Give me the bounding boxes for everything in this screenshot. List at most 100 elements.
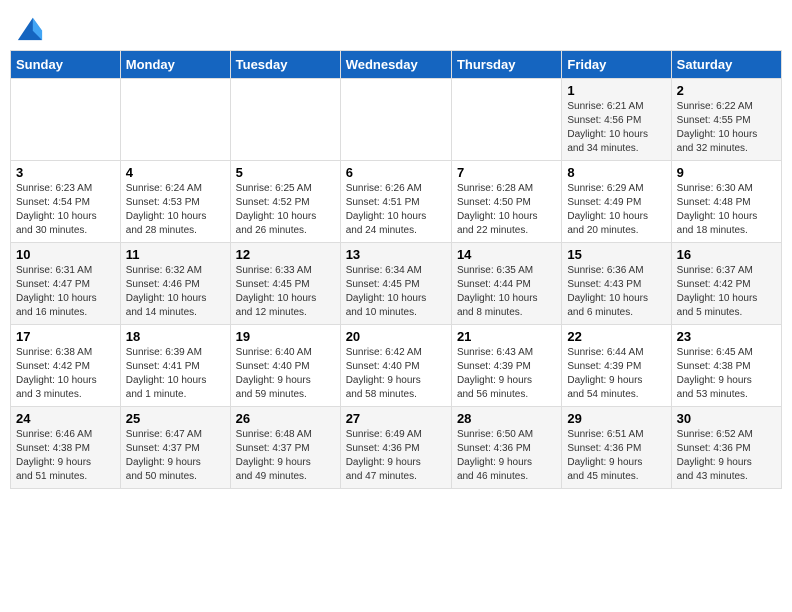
day-number: 1	[567, 83, 665, 98]
calendar-cell: 24Sunrise: 6:46 AM Sunset: 4:38 PM Dayli…	[11, 407, 121, 489]
day-info: Sunrise: 6:33 AM Sunset: 4:45 PM Dayligh…	[236, 264, 335, 320]
day-info: Sunrise: 6:48 AM Sunset: 4:37 PM Dayligh…	[236, 428, 335, 484]
calendar-cell	[120, 79, 230, 161]
calendar-cell	[230, 79, 340, 161]
calendar-cell	[11, 79, 121, 161]
calendar-cell: 10 Sunrise: 6:31 AM Sunset: 4:47 PM Dayli…	[11, 243, 121, 325]
day-info: Sunrise: 6:38 AM Sunset: 4:42 PM Dayligh…	[16, 346, 115, 402]
day-info: Sunrise: 6:36 AM Sunset: 4:43 PM Dayligh…	[567, 264, 665, 320]
calendar-body: 1 Sunrise: 6:21 AM Sunset: 4:56 PM Daylig…	[11, 79, 782, 489]
week-row-2: 10 Sunrise: 6:31 AM Sunset: 4:47 PM Dayli…	[11, 243, 782, 325]
day-number: 18	[126, 329, 225, 344]
day-number: 22	[567, 329, 665, 344]
day-info: Sunrise: 6:25 AM Sunset: 4:52 PM Dayligh…	[236, 182, 335, 238]
calendar-cell: 22 Sunrise: 6:44 AM Sunset: 4:39 PM Dayli…	[562, 325, 671, 407]
calendar-cell: 17 Sunrise: 6:38 AM Sunset: 4:42 PM Dayli…	[11, 325, 121, 407]
header-row: SundayMondayTuesdayWednesdayThursdayFrid…	[11, 51, 782, 79]
day-number: 11	[126, 247, 225, 262]
calendar-cell: 28 Sunrise: 6:50 AM Sunset: 4:36 PM Dayli…	[451, 407, 561, 489]
header-day-friday: Friday	[562, 51, 671, 79]
logo	[14, 14, 44, 42]
calendar-cell: 1 Sunrise: 6:21 AM Sunset: 4:56 PM Daylig…	[562, 79, 671, 161]
week-row-3: 17 Sunrise: 6:38 AM Sunset: 4:42 PM Dayli…	[11, 325, 782, 407]
header-day-tuesday: Tuesday	[230, 51, 340, 79]
day-info: Sunrise: 6:29 AM Sunset: 4:49 PM Dayligh…	[567, 182, 665, 238]
day-info: Sunrise: 6:28 AM Sunset: 4:50 PM Dayligh…	[457, 182, 556, 238]
day-info: Sunrise: 6:51 AM Sunset: 4:36 PM Dayligh…	[567, 428, 665, 484]
calendar-cell: 7 Sunrise: 6:28 AM Sunset: 4:50 PM Daylig…	[451, 161, 561, 243]
day-number: 23	[677, 329, 776, 344]
day-number: 14	[457, 247, 556, 262]
day-number: 5	[236, 165, 335, 180]
day-number: 15	[567, 247, 665, 262]
calendar-cell: 25 Sunrise: 6:47 AM Sunset: 4:37 PM Dayli…	[120, 407, 230, 489]
day-number: 19	[236, 329, 335, 344]
calendar-cell: 11 Sunrise: 6:32 AM Sunset: 4:46 PM Dayli…	[120, 243, 230, 325]
day-info: Sunrise: 6:43 AM Sunset: 4:39 PM Dayligh…	[457, 346, 556, 402]
calendar-cell: 2 Sunrise: 6:22 AM Sunset: 4:55 PM Daylig…	[671, 79, 781, 161]
calendar-cell: 19 Sunrise: 6:40 AM Sunset: 4:40 PM Dayli…	[230, 325, 340, 407]
day-number: 21	[457, 329, 556, 344]
calendar-cell: 13 Sunrise: 6:34 AM Sunset: 4:45 PM Dayli…	[340, 243, 451, 325]
day-info: Sunrise: 6:42 AM Sunset: 4:40 PM Dayligh…	[346, 346, 446, 402]
day-info: Sunrise: 6:37 AM Sunset: 4:42 PM Dayligh…	[677, 264, 776, 320]
calendar-cell: 8 Sunrise: 6:29 AM Sunset: 4:49 PM Daylig…	[562, 161, 671, 243]
day-number: 10	[16, 247, 115, 262]
day-info: Sunrise: 6:52 AM Sunset: 4:36 PM Dayligh…	[677, 428, 776, 484]
day-info: Sunrise: 6:50 AM Sunset: 4:36 PM Dayligh…	[457, 428, 556, 484]
day-number: 30	[677, 411, 776, 426]
day-number: 13	[346, 247, 446, 262]
day-number: 29	[567, 411, 665, 426]
day-number: 25	[126, 411, 225, 426]
day-info: Sunrise: 6:40 AM Sunset: 4:40 PM Dayligh…	[236, 346, 335, 402]
header-day-monday: Monday	[120, 51, 230, 79]
day-number: 6	[346, 165, 446, 180]
header-day-sunday: Sunday	[11, 51, 121, 79]
header-day-thursday: Thursday	[451, 51, 561, 79]
calendar-cell: 12 Sunrise: 6:33 AM Sunset: 4:45 PM Dayli…	[230, 243, 340, 325]
day-info: Sunrise: 6:39 AM Sunset: 4:41 PM Dayligh…	[126, 346, 225, 402]
calendar-cell: 23 Sunrise: 6:45 AM Sunset: 4:38 PM Dayli…	[671, 325, 781, 407]
day-info: Sunrise: 6:49 AM Sunset: 4:36 PM Dayligh…	[346, 428, 446, 484]
day-info: Sunrise: 6:26 AM Sunset: 4:51 PM Dayligh…	[346, 182, 446, 238]
calendar-cell: 21 Sunrise: 6:43 AM Sunset: 4:39 PM Dayli…	[451, 325, 561, 407]
header-day-saturday: Saturday	[671, 51, 781, 79]
day-number: 3	[16, 165, 115, 180]
day-number: 26	[236, 411, 335, 426]
logo-icon	[16, 14, 44, 42]
day-number: 12	[236, 247, 335, 262]
day-number: 17	[16, 329, 115, 344]
calendar-cell: 27 Sunrise: 6:49 AM Sunset: 4:36 PM Dayli…	[340, 407, 451, 489]
day-info: Sunrise: 6:31 AM Sunset: 4:47 PM Dayligh…	[16, 264, 115, 320]
calendar-cell	[340, 79, 451, 161]
day-number: 8	[567, 165, 665, 180]
day-info: Sunrise: 6:34 AM Sunset: 4:45 PM Dayligh…	[346, 264, 446, 320]
day-number: 20	[346, 329, 446, 344]
calendar-cell: 15 Sunrise: 6:36 AM Sunset: 4:43 PM Dayli…	[562, 243, 671, 325]
day-info: Sunrise: 6:24 AM Sunset: 4:53 PM Dayligh…	[126, 182, 225, 238]
day-info: Sunrise: 6:32 AM Sunset: 4:46 PM Dayligh…	[126, 264, 225, 320]
day-info: Sunrise: 6:44 AM Sunset: 4:39 PM Dayligh…	[567, 346, 665, 402]
day-info: Sunrise: 6:30 AM Sunset: 4:48 PM Dayligh…	[677, 182, 776, 238]
calendar-cell: 9Sunrise: 6:30 AM Sunset: 4:48 PM Daylig…	[671, 161, 781, 243]
day-number: 27	[346, 411, 446, 426]
day-number: 28	[457, 411, 556, 426]
calendar-cell: 14 Sunrise: 6:35 AM Sunset: 4:44 PM Dayli…	[451, 243, 561, 325]
page-header	[10, 10, 782, 42]
day-info: Sunrise: 6:21 AM Sunset: 4:56 PM Dayligh…	[567, 100, 665, 156]
calendar-cell: 16Sunrise: 6:37 AM Sunset: 4:42 PM Dayli…	[671, 243, 781, 325]
calendar-cell: 26 Sunrise: 6:48 AM Sunset: 4:37 PM Dayli…	[230, 407, 340, 489]
day-number: 24	[16, 411, 115, 426]
day-info: Sunrise: 6:35 AM Sunset: 4:44 PM Dayligh…	[457, 264, 556, 320]
day-number: 2	[677, 83, 776, 98]
week-row-1: 3 Sunrise: 6:23 AM Sunset: 4:54 PM Daylig…	[11, 161, 782, 243]
calendar-table: SundayMondayTuesdayWednesdayThursdayFrid…	[10, 50, 782, 489]
calendar-cell	[451, 79, 561, 161]
day-info: Sunrise: 6:22 AM Sunset: 4:55 PM Dayligh…	[677, 100, 776, 156]
calendar-cell: 3 Sunrise: 6:23 AM Sunset: 4:54 PM Daylig…	[11, 161, 121, 243]
day-info: Sunrise: 6:47 AM Sunset: 4:37 PM Dayligh…	[126, 428, 225, 484]
day-number: 7	[457, 165, 556, 180]
day-info: Sunrise: 6:23 AM Sunset: 4:54 PM Dayligh…	[16, 182, 115, 238]
day-info: Sunrise: 6:45 AM Sunset: 4:38 PM Dayligh…	[677, 346, 776, 402]
week-row-4: 24Sunrise: 6:46 AM Sunset: 4:38 PM Dayli…	[11, 407, 782, 489]
